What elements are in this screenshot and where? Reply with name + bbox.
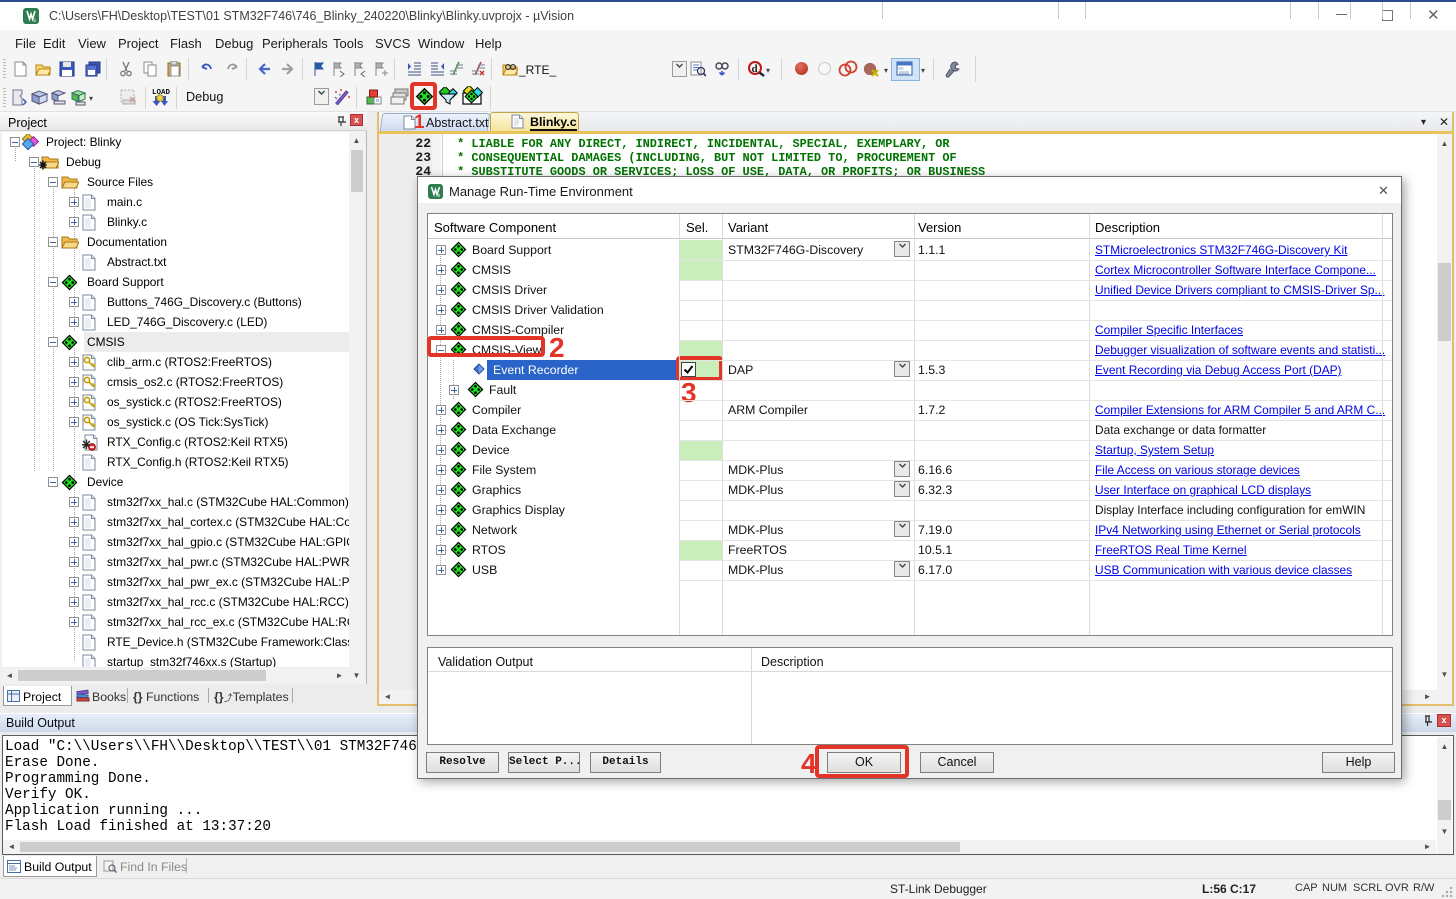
svg-text:d: d xyxy=(752,63,758,75)
svg-text:s: s xyxy=(438,193,441,199)
svg-text:s: s xyxy=(33,18,36,24)
